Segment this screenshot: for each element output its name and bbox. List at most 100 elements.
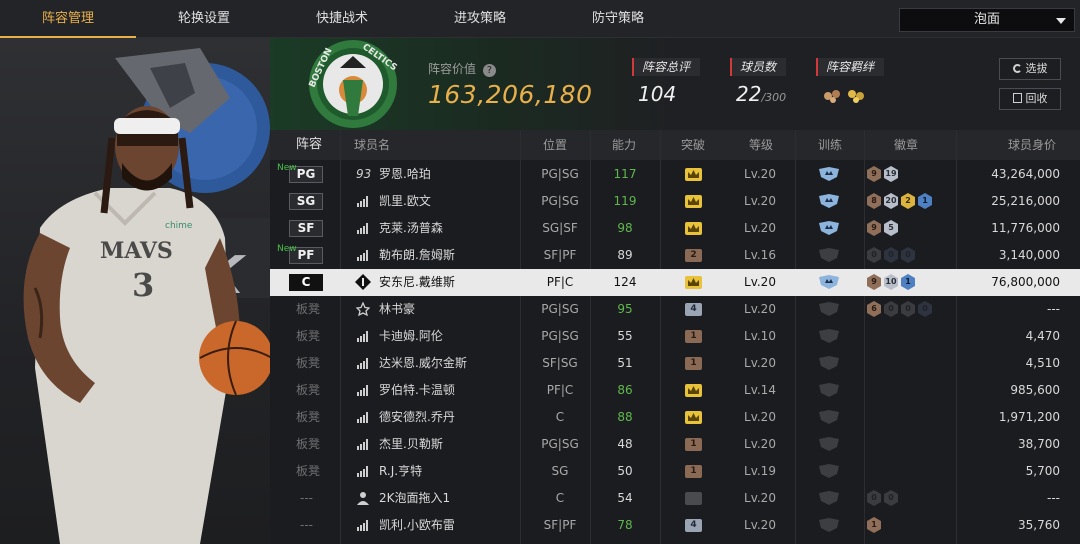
badge-icon[interactable]: 2	[901, 193, 915, 209]
badge-icon[interactable]: 9	[867, 220, 881, 236]
player-value: 25,216,000	[991, 194, 1060, 208]
lineup-slot[interactable]: ---	[300, 485, 313, 512]
player-name[interactable]: 安东尼.戴维斯	[379, 269, 455, 296]
badge-icon[interactable]: 10	[884, 274, 898, 290]
lineup-slot[interactable]: SF	[289, 220, 323, 237]
table-row[interactable]: C 安东尼.戴维斯 PF|C 124 Lv.20 9 10 1 76,800,000	[270, 269, 1080, 296]
badge-icon[interactable]: 0	[884, 490, 898, 506]
player-name[interactable]: 2K泡面拖入1	[379, 485, 450, 512]
badge-icon[interactable]: 0	[918, 301, 932, 317]
tab-defense-strategy[interactable]: 防守策略	[550, 0, 686, 38]
table-row[interactable]: SF 克莱.汤普森 SG|SF 98 Lv.20 9 5 11,776,000	[270, 215, 1080, 242]
player-name[interactable]: 罗恩.哈珀	[379, 161, 431, 188]
badge-icon[interactable]: 0	[901, 301, 915, 317]
player-name[interactable]: 勒布朗.詹姆斯	[379, 242, 455, 269]
badge-icon[interactable]: 1	[918, 193, 932, 209]
badge-icon[interactable]: 0	[901, 247, 915, 263]
col-position[interactable]: 位置	[543, 130, 567, 160]
table-row[interactable]: PF New 勒布朗.詹姆斯 SF|PF 89 2 Lv.16 0 0 0 3,140,000	[270, 242, 1080, 269]
badge-icon[interactable]: 5	[884, 220, 898, 236]
training-shield-icon[interactable]	[819, 356, 839, 370]
col-breakthrough[interactable]: 突破	[681, 130, 705, 160]
select-button[interactable]: 选拔	[999, 58, 1061, 80]
tab-offense-strategy[interactable]: 进攻策略	[412, 0, 548, 38]
table-row[interactable]: PG New 93 罗恩.哈珀 PG|SG 117 Lv.20 9 19 43,264,000	[270, 161, 1080, 188]
table-row[interactable]: 板凳 罗伯特.卡温顿 PF|C 86 Lv.14 985,600	[270, 377, 1080, 404]
table-row[interactable]: --- 2K泡面拖入1 C 54 Lv.20 0 0 ---	[270, 485, 1080, 512]
table-row[interactable]: 板凳 达米恩.威尔金斯 SF|SG 51 1 Lv.20 4,510	[270, 350, 1080, 377]
badge-icon[interactable]: 9	[867, 166, 881, 182]
lineup-slot[interactable]: 板凳	[296, 377, 320, 404]
table-row[interactable]: 板凳 杰里.贝勒斯 PG|SG 48 1 Lv.20 38,700	[270, 431, 1080, 458]
badge-icon[interactable]: 0	[867, 490, 881, 506]
lineup-slot[interactable]: 板凳	[296, 296, 320, 323]
training-shield-icon[interactable]	[819, 248, 839, 262]
lineup-slot[interactable]: ---	[300, 512, 313, 539]
col-player-value[interactable]: 球员身价	[1008, 130, 1056, 160]
player-name[interactable]: 达米恩.威尔金斯	[379, 350, 467, 377]
table-row[interactable]: 板凳 R.J.亨特 SG 50 1 Lv.19 5,700	[270, 458, 1080, 485]
badge-icon[interactable]: 1	[867, 517, 881, 533]
table-row[interactable]: 板凳 卡迪姆.阿伦 PG|SG 55 1 Lv.10 4,470	[270, 323, 1080, 350]
badge-icon[interactable]: 20	[884, 193, 898, 209]
lineup-slot[interactable]: 板凳	[296, 404, 320, 431]
player-position: PF|C	[546, 275, 574, 289]
lineup-slot[interactable]: 板凳	[296, 323, 320, 350]
player-name[interactable]: 凯里.欧文	[379, 188, 431, 215]
lineup-slot[interactable]: 板凳	[296, 431, 320, 458]
col-training[interactable]: 训练	[818, 130, 842, 160]
table-row[interactable]: 板凳 德安德烈.乔丹 C 88 Lv.20 1,971,200	[270, 404, 1080, 431]
player-name[interactable]: R.J.亨特	[379, 458, 422, 485]
badge-icon[interactable]: 1	[901, 274, 915, 290]
col-overall[interactable]: 能力	[612, 130, 636, 160]
training-shield-icon[interactable]	[819, 221, 839, 235]
player-name[interactable]: 杰里.贝勒斯	[379, 431, 443, 458]
help-icon[interactable]: ?	[482, 64, 496, 77]
training-shield-icon[interactable]	[819, 491, 839, 505]
training-shield-icon[interactable]	[819, 194, 839, 208]
training-shield-icon[interactable]	[819, 329, 839, 343]
player-level: Lv.19	[744, 464, 776, 478]
badge-icon[interactable]: 19	[884, 166, 898, 182]
training-shield-icon[interactable]	[819, 302, 839, 316]
badge-icon[interactable]: 9	[867, 274, 881, 290]
badge-icon[interactable]: 8	[867, 193, 881, 209]
lineup-slot[interactable]: 板凳	[296, 458, 320, 485]
badge-icon[interactable]: 6	[867, 301, 881, 317]
player-name[interactable]: 罗伯特.卡温顿	[379, 377, 455, 404]
player-name[interactable]: 克莱.汤普森	[379, 215, 443, 242]
chemistry-icons[interactable]	[822, 84, 868, 104]
tab-rotation-settings[interactable]: 轮换设置	[136, 0, 272, 38]
table-row[interactable]: SG 凯里.欧文 PG|SG 119 Lv.20 8 20 2 1 25,216,000	[270, 188, 1080, 215]
table-row[interactable]: --- 凯利.小欧布雷 SF|PF 78 4 Lv.20 1 35,760	[270, 512, 1080, 539]
player-name[interactable]: 凯利.小欧布雷	[379, 512, 455, 539]
lineup-slot[interactable]: SG	[289, 193, 323, 210]
lineup-dropdown[interactable]: 泡面	[899, 8, 1075, 32]
tab-quick-tactics[interactable]: 快捷战术	[274, 0, 410, 38]
training-shield-icon[interactable]	[819, 275, 839, 289]
tab-lineup-management[interactable]: 阵容管理	[0, 0, 136, 38]
recycle-button[interactable]: 回收	[999, 88, 1061, 110]
team-value: 163,206,180	[428, 80, 593, 109]
lineup-slot[interactable]: C	[289, 274, 323, 291]
player-name[interactable]: 林书豪	[379, 296, 415, 323]
team-logo-icon: BOSTON CELTICS	[308, 40, 399, 128]
table-row[interactable]: 板凳 林书豪 PG|SG 95 4 Lv.20 6 0 0 0 ---	[270, 296, 1080, 323]
col-badges[interactable]: 徽章	[894, 130, 918, 160]
training-shield-icon[interactable]	[819, 464, 839, 478]
col-level[interactable]: 等级	[749, 130, 773, 160]
training-shield-icon[interactable]	[819, 518, 839, 532]
lineup-slot[interactable]: 板凳	[296, 350, 320, 377]
training-shield-icon[interactable]	[819, 167, 839, 181]
badge-icon[interactable]: 0	[884, 301, 898, 317]
player-name[interactable]: 德安德烈.乔丹	[379, 404, 455, 431]
col-player-name[interactable]: 球员名	[354, 130, 390, 160]
col-lineup[interactable]: 阵容	[296, 130, 322, 160]
player-name[interactable]: 卡迪姆.阿伦	[379, 323, 443, 350]
player-value: 43,264,000	[991, 167, 1060, 181]
training-shield-icon[interactable]	[819, 383, 839, 397]
badge-icon[interactable]: 0	[884, 247, 898, 263]
badge-icon[interactable]: 0	[867, 247, 881, 263]
training-shield-icon[interactable]	[819, 437, 839, 451]
training-shield-icon[interactable]	[819, 410, 839, 424]
